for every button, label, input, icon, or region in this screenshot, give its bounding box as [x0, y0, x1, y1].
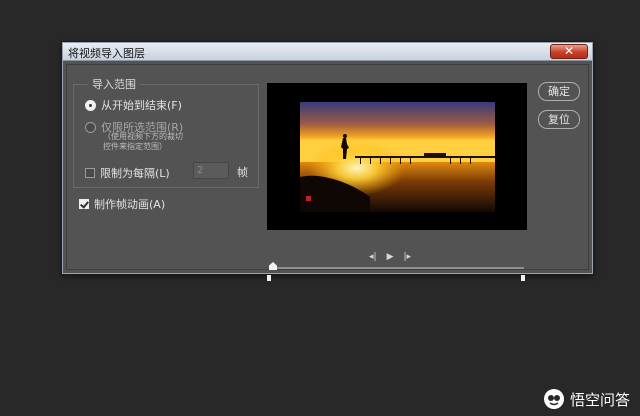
dialog-title: 将视频导入图层 — [68, 47, 145, 60]
next-frame-button[interactable]: |▸ — [403, 252, 411, 262]
watermark-text: 悟空问答 — [569, 390, 630, 409]
make-frame-animation-checkbox[interactable] — [79, 199, 89, 209]
selected-range-note-line2: 控件来指定范围） — [103, 142, 167, 151]
dialog-titlebar[interactable]: 将视频导入图层 ✕ — [63, 43, 592, 61]
option-from-start-to-end[interactable]: 从开始到结束(F) — [85, 97, 182, 113]
close-button[interactable]: ✕ — [550, 44, 588, 59]
selected-range-note-line1: （使用视频下方的裁切 — [103, 132, 183, 141]
make-frame-animation-label: 制作帧动画(A) — [94, 198, 166, 211]
limit-every-checkbox[interactable] — [85, 168, 95, 178]
radio-from-start-to-end[interactable] — [85, 99, 96, 111]
import-range-group-title: 导入范围 — [88, 76, 140, 92]
dialog-body: 导入范围 从开始到结束(F) 仅限所选范围(R) （使用视频下方的裁切 控件来指… — [66, 64, 589, 281]
radio-selected-range[interactable] — [85, 121, 96, 133]
wukong-logo-icon — [543, 389, 564, 409]
limit-frames-input[interactable] — [193, 162, 229, 179]
selected-range-note: （使用视频下方的裁切 控件来指定范围） — [103, 132, 183, 152]
make-frame-animation-option[interactable]: 制作帧动画(A) — [79, 196, 165, 212]
limit-every-option[interactable]: 限制为每隔(L) — [85, 165, 170, 181]
option-from-start-to-end-label: 从开始到结束(F) — [101, 99, 182, 112]
play-button[interactable]: ▶ — [387, 252, 394, 262]
transport-controls: ◂| ▶ |▸ — [369, 252, 411, 262]
timeline-track[interactable] — [272, 267, 524, 269]
import-video-dialog: 将视频导入图层 ✕ 导入范围 从开始到结束(F) 仅限所选范围(R) （使用视频… — [62, 42, 593, 281]
reset-button[interactable]: 复位 — [538, 110, 580, 129]
playhead-handle[interactable] — [269, 262, 277, 270]
previous-frame-button[interactable]: ◂| — [369, 252, 377, 262]
range-start-marker[interactable] — [267, 275, 271, 281]
sunset-preview-image — [300, 102, 495, 212]
range-end-marker[interactable] — [521, 275, 525, 281]
video-preview — [267, 83, 527, 230]
watermark: 悟空问答 — [543, 388, 630, 410]
ok-button[interactable]: 确定 — [538, 82, 580, 101]
limit-every-label: 限制为每隔(L) — [100, 167, 170, 180]
frames-unit-label: 帧 — [237, 166, 248, 179]
